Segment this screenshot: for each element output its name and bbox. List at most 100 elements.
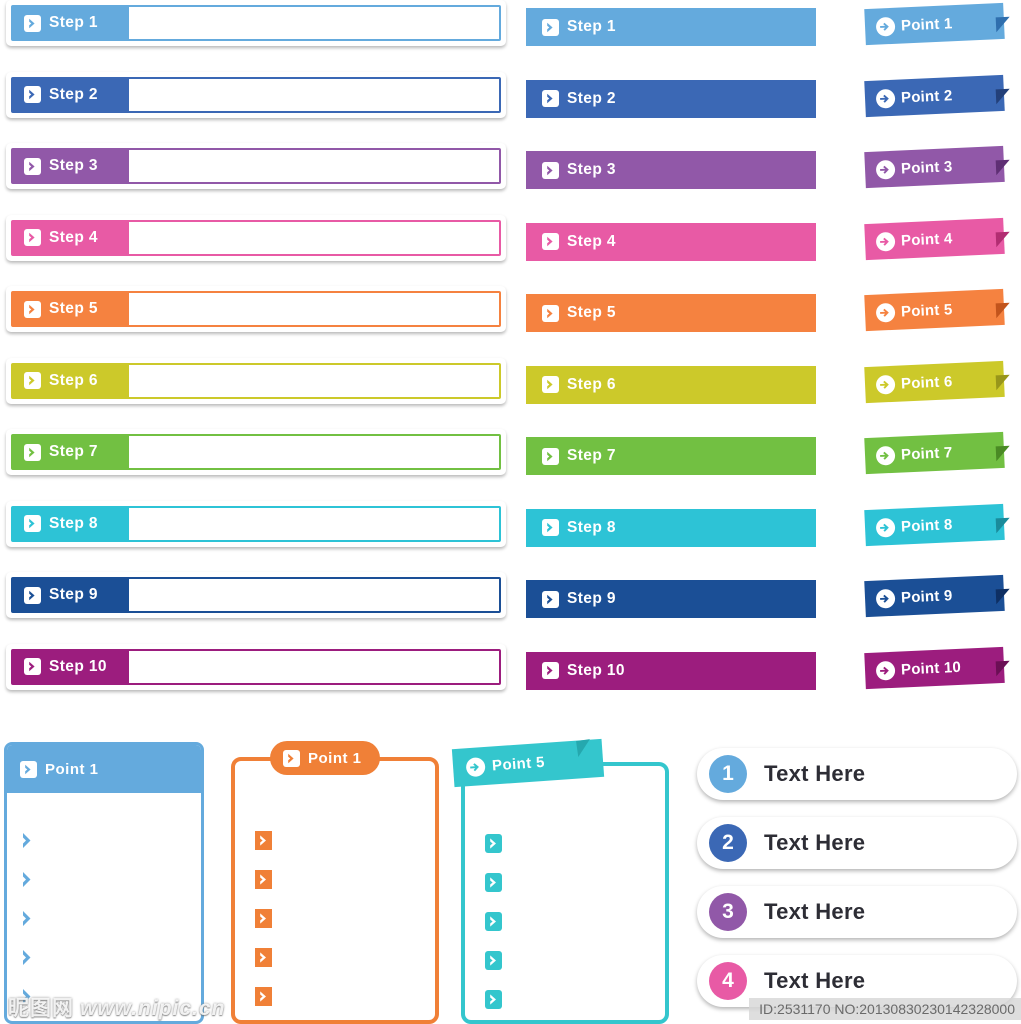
text-here-button[interactable]: 1 Text Here xyxy=(697,748,1017,800)
list-item[interactable] xyxy=(21,860,201,899)
point-ribbon[interactable]: Point 5 xyxy=(862,286,1021,358)
text-here-button[interactable]: 2 Text Here xyxy=(697,817,1017,869)
list-item[interactable] xyxy=(255,977,435,1016)
point-ribbon[interactable]: Point 8 xyxy=(862,501,1021,573)
step-text-field[interactable] xyxy=(129,507,499,540)
point-ribbon[interactable]: Point 10 xyxy=(862,644,1021,716)
number-badge: 2 xyxy=(709,824,747,862)
chevron-box-icon xyxy=(24,658,41,675)
step-text-field[interactable] xyxy=(129,78,499,111)
solid-step-bar[interactable]: Step 8 xyxy=(526,508,816,547)
orange-panel-bullets xyxy=(235,761,435,1016)
ribbon-body: Point 6 xyxy=(864,360,1005,403)
list-item[interactable] xyxy=(21,977,201,1016)
point-ribbon[interactable]: Point 3 xyxy=(862,143,1021,215)
chevron-icon xyxy=(23,833,31,848)
solid-step-bar[interactable]: Step 6 xyxy=(526,365,816,404)
solid-step-bar[interactable]: Step 9 xyxy=(526,580,816,618)
text-here-button[interactable]: 4 Text Here xyxy=(697,955,1017,1007)
number-badge: 4 xyxy=(709,962,747,1000)
step-text-field[interactable] xyxy=(129,293,499,325)
step-label: Step 10 xyxy=(49,657,107,675)
list-item[interactable] xyxy=(255,938,435,977)
step-text-field[interactable] xyxy=(129,7,499,39)
teal-point-panel[interactable]: Point 5 xyxy=(451,738,669,1024)
chevron-icon xyxy=(23,872,31,887)
step-text-field[interactable] xyxy=(129,436,499,468)
list-item[interactable] xyxy=(485,941,665,980)
button-label: Text Here xyxy=(764,830,866,855)
ribbon-fold xyxy=(995,588,1011,605)
chevron-box-icon xyxy=(24,443,41,461)
outlined-step-bar[interactable]: Step 8 xyxy=(6,500,506,547)
list-item[interactable] xyxy=(255,821,435,860)
list-item[interactable] xyxy=(485,863,665,902)
step-text-field[interactable] xyxy=(129,579,499,611)
list-item[interactable] xyxy=(485,980,665,1019)
ribbon-label: Point 1 xyxy=(900,14,953,35)
ribbon-body: Point 3 xyxy=(864,145,1005,189)
step-text-field[interactable] xyxy=(129,650,499,683)
solid-step-bar[interactable]: Step 1 xyxy=(526,8,816,46)
list-item[interactable] xyxy=(21,938,201,977)
solid-step-bar[interactable]: Step 10 xyxy=(526,651,816,690)
chevron-box-icon xyxy=(542,161,559,179)
text-here-button[interactable]: 3 Text Here xyxy=(697,886,1017,938)
list-item[interactable] xyxy=(21,821,201,860)
chevron-box-icon xyxy=(24,157,41,175)
chevron-box-icon xyxy=(542,90,559,107)
list-item[interactable] xyxy=(255,899,435,938)
point-ribbon[interactable]: Point 2 xyxy=(862,72,1021,144)
point-ribbon[interactable]: Point 9 xyxy=(862,572,1021,644)
list-item[interactable] xyxy=(255,860,435,899)
step-tab: Step 1 xyxy=(13,7,129,39)
chevron-box-icon xyxy=(24,229,41,246)
outlined-step-bar[interactable]: Step 2 xyxy=(6,71,506,118)
chevron-box-icon xyxy=(542,233,559,250)
list-item[interactable] xyxy=(485,902,665,941)
step-text-field[interactable] xyxy=(129,364,499,397)
teal-panel-bullets xyxy=(465,766,665,1019)
outlined-step-bar[interactable]: Step 6 xyxy=(6,357,506,404)
ribbon-fold xyxy=(995,159,1011,176)
step-inner: Step 7 xyxy=(11,434,501,470)
solid-step-bar[interactable]: Step 2 xyxy=(526,79,816,118)
circle-arrow-icon xyxy=(875,230,896,251)
outlined-step-bar[interactable]: Step 9 xyxy=(6,572,506,618)
ribbon-fold xyxy=(576,739,593,757)
step-inner: Step 1 xyxy=(11,5,501,41)
outlined-step-bar[interactable]: Step 10 xyxy=(6,643,506,690)
step-inner: Step 6 xyxy=(11,362,501,399)
orange-panel-badge: Point 1 xyxy=(270,741,380,775)
outlined-step-bar[interactable]: Step 5 xyxy=(6,286,506,332)
ribbon-fold xyxy=(995,374,1011,390)
blue-panel-bullets xyxy=(7,793,201,1016)
blue-panel-header: Point 1 xyxy=(7,745,201,793)
outlined-step-bar[interactable]: Step 3 xyxy=(6,143,506,189)
solid-step-bar[interactable]: Step 7 xyxy=(526,437,816,475)
step-label: Step 7 xyxy=(567,447,616,464)
list-item[interactable] xyxy=(485,824,665,863)
teal-panel-title: Point 5 xyxy=(491,753,546,774)
blue-point-panel[interactable]: Point 1 xyxy=(4,742,204,1024)
outlined-step-bar[interactable]: Step 4 xyxy=(6,214,506,261)
text-here-column: 1 Text Here 2 Text Here 3 Text Here 4 Text Here xyxy=(697,748,1017,1024)
outlined-step-bar[interactable]: Step 7 xyxy=(6,429,506,475)
step-label: Step 8 xyxy=(49,514,98,532)
ribbon-label: Point 6 xyxy=(900,372,953,392)
solid-step-bar[interactable]: Step 4 xyxy=(526,222,816,261)
point-ribbon[interactable]: Point 6 xyxy=(862,358,1021,430)
orange-point-panel[interactable]: Point 1 xyxy=(231,741,439,1024)
square-chevron-icon xyxy=(255,987,272,1006)
solid-step-bar[interactable]: Step 3 xyxy=(526,151,816,189)
point-ribbon[interactable]: Point 7 xyxy=(862,429,1021,501)
solid-step-bar[interactable]: Step 5 xyxy=(526,294,816,332)
point-ribbon[interactable]: Point 1 xyxy=(862,0,1021,72)
list-item[interactable] xyxy=(21,899,201,938)
step-text-field[interactable] xyxy=(129,150,499,182)
square-chevron-icon xyxy=(485,951,502,970)
step-text-field[interactable] xyxy=(129,221,499,254)
point-ribbon[interactable]: Point 4 xyxy=(862,215,1021,287)
outlined-step-bar[interactable]: Step 1 xyxy=(6,0,506,46)
chevron-box-icon xyxy=(24,372,41,389)
